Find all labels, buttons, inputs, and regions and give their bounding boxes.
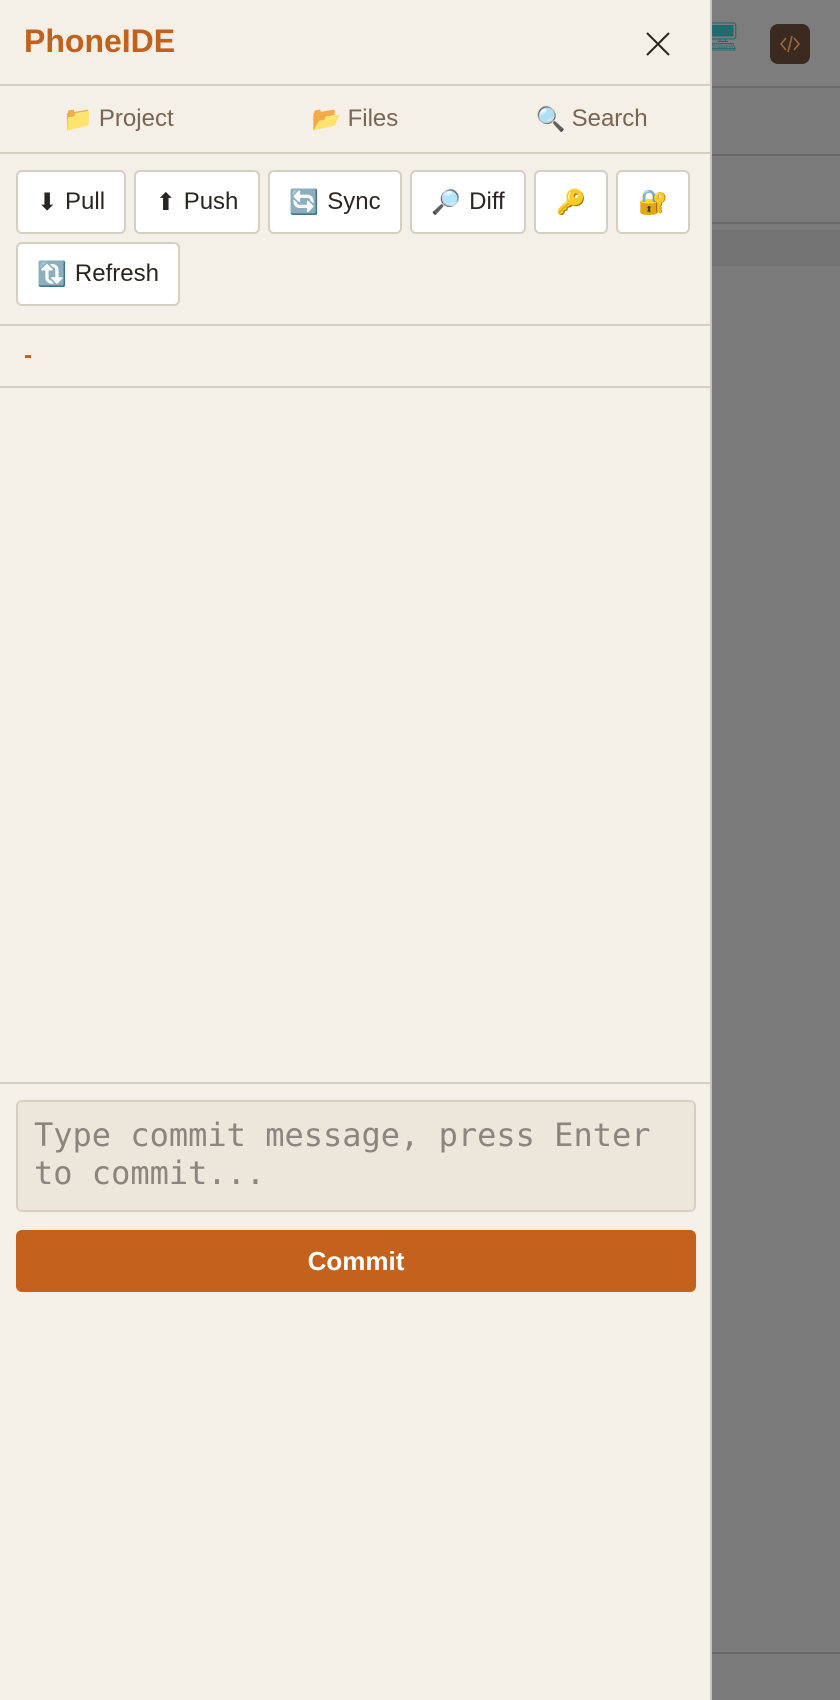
search-icon: 🔍 — [535, 105, 566, 133]
sync-icon: 🔄 — [289, 188, 320, 216]
sync-button[interactable]: 🔄 Sync — [268, 170, 402, 234]
magnifier-icon: 🔎 — [431, 188, 462, 216]
commit-message-input[interactable] — [16, 1100, 696, 1212]
up-arrow-icon: ⬆ — [155, 188, 176, 216]
app-screen: 🖥 PhoneIDE 📁 Project 📂 Files 🔍 Search ⬇ … — [0, 0, 840, 1700]
app-title: PhoneIDE — [24, 23, 176, 59]
tab-label: Search — [571, 105, 648, 132]
credentials-button[interactable]: 🔑 — [534, 170, 608, 234]
tab-search[interactable]: 🔍 Search — [473, 86, 710, 152]
diff-button[interactable]: 🔎 Diff — [410, 170, 526, 234]
down-arrow-icon: ⬇ — [36, 188, 58, 216]
code-view-button — [770, 24, 810, 64]
button-label: Sync — [327, 188, 381, 215]
button-label: Push — [183, 188, 239, 215]
branch-status: - — [0, 326, 710, 388]
button-label: Refresh — [74, 260, 159, 287]
tab-project[interactable]: 📁 Project — [0, 86, 237, 152]
git-actions-toolbar: ⬇ Pull ⬆ Push 🔄 Sync 🔎 Diff 🔑 🔐 🔃 Refres… — [0, 154, 710, 326]
tab-files[interactable]: 📂 Files — [237, 86, 474, 152]
folder-icon: 📁 — [63, 105, 93, 133]
commit-button[interactable]: Commit — [16, 1230, 696, 1292]
tab-label: Files — [347, 105, 399, 132]
lock-with-key-icon: 🔐 — [638, 188, 668, 216]
changes-list — [0, 388, 710, 1084]
lock-button[interactable]: 🔐 — [616, 170, 690, 234]
button-label: Diff — [469, 188, 505, 215]
push-button[interactable]: ⬆ Push — [134, 170, 260, 234]
side-drawer: PhoneIDE 📁 Project 📂 Files 🔍 Search ⬇ Pu… — [0, 0, 712, 1700]
close-icon — [646, 32, 670, 56]
code-icon — [779, 35, 801, 53]
close-button[interactable] — [636, 22, 680, 66]
background-strip — [712, 230, 840, 266]
drawer-nav-tabs: 📁 Project 📂 Files 🔍 Search — [0, 86, 710, 154]
refresh-icon: 🔃 — [37, 260, 67, 288]
refresh-button[interactable]: 🔃 Refresh — [16, 242, 180, 306]
open-folder-icon: 📂 — [311, 105, 342, 133]
key-icon: 🔑 — [556, 188, 586, 216]
pull-button[interactable]: ⬇ Pull — [16, 170, 126, 234]
tab-label: Project — [98, 105, 174, 132]
button-label: Pull — [65, 188, 106, 215]
drawer-header: PhoneIDE — [0, 0, 710, 86]
branch-name: - — [24, 342, 32, 369]
